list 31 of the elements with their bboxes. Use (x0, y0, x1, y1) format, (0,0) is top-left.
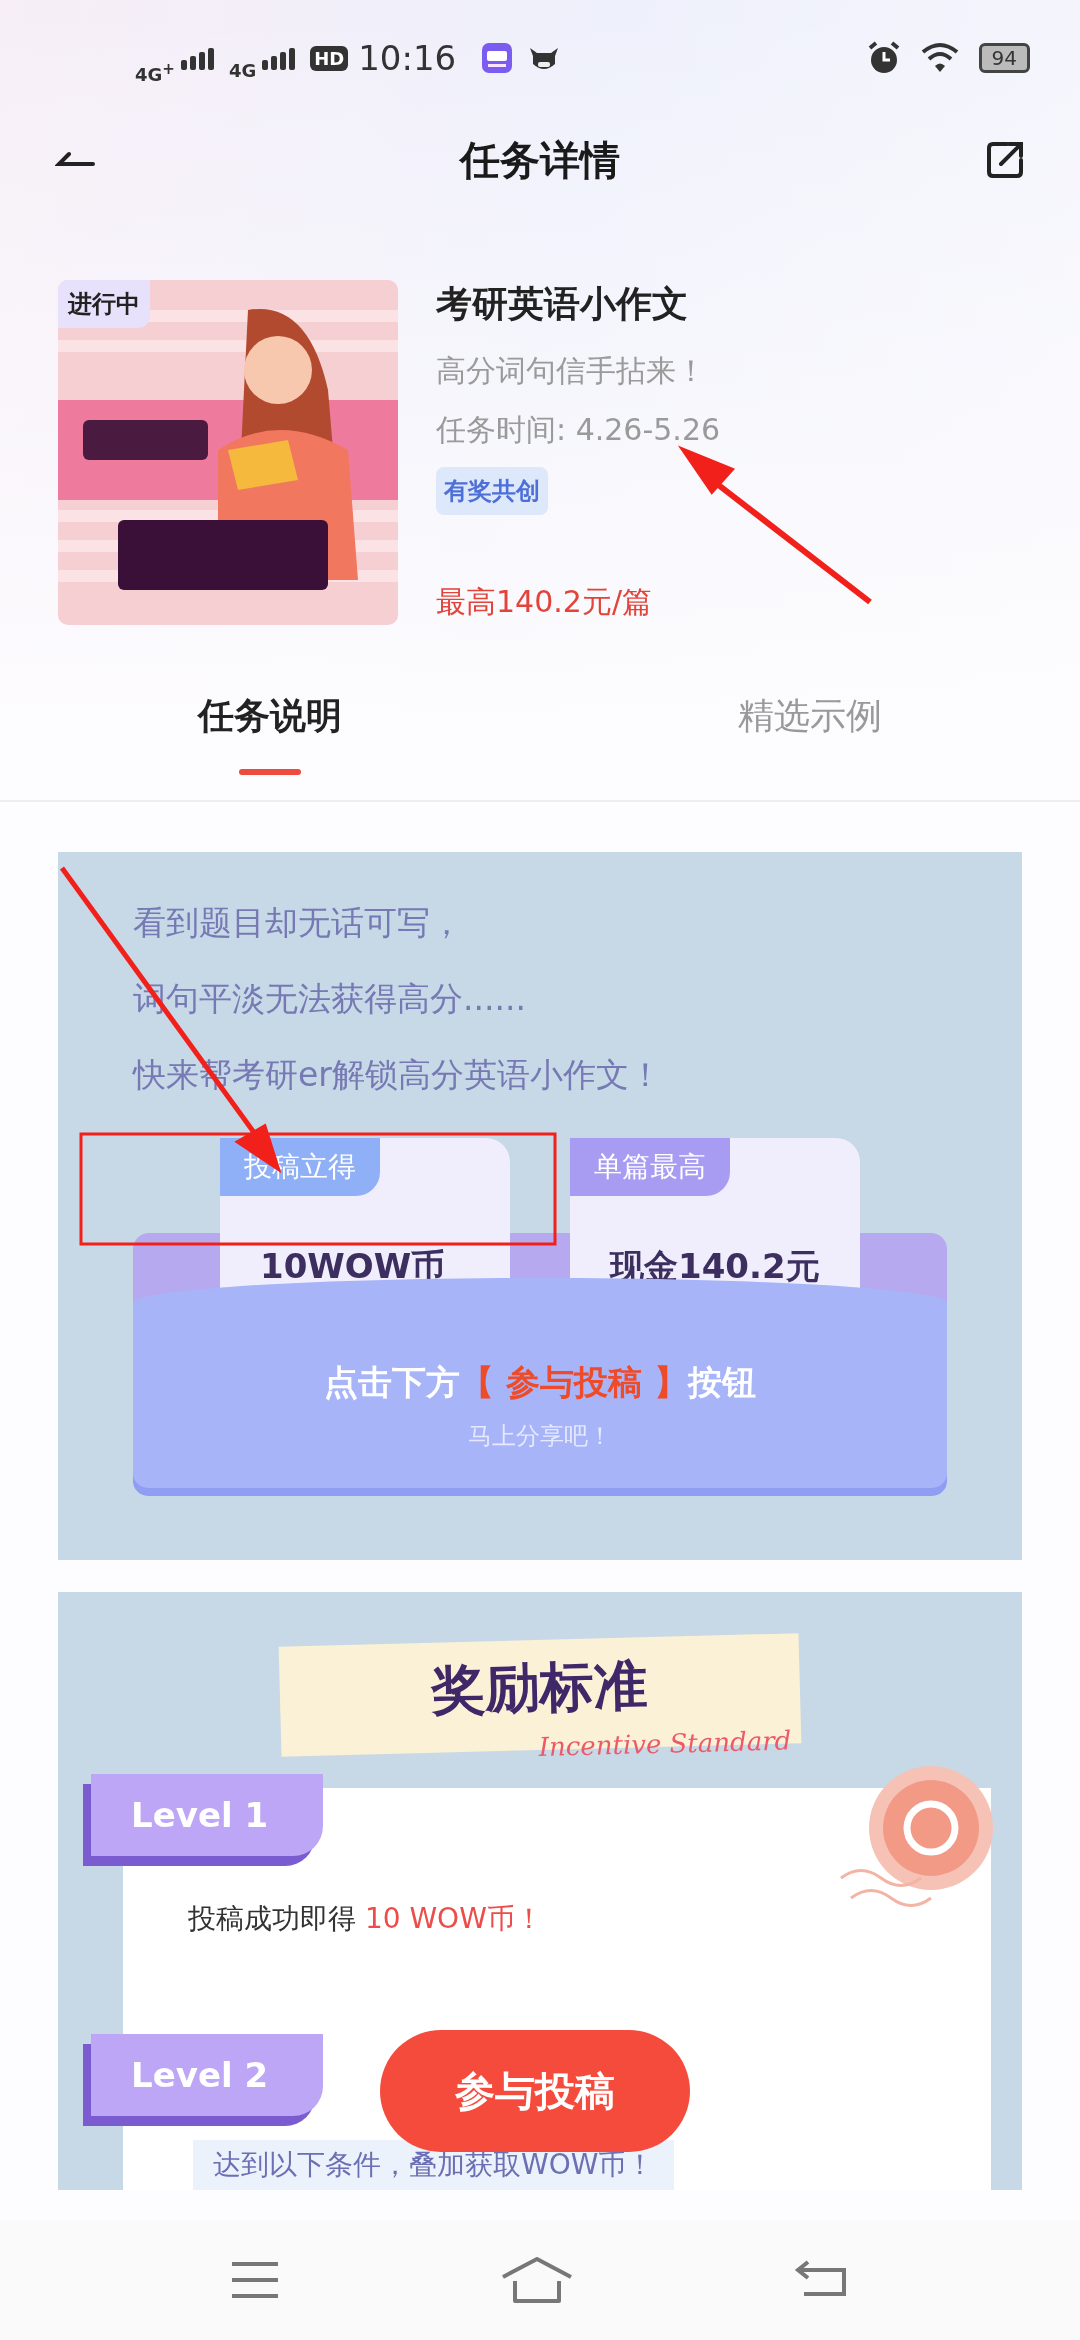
menu-icon[interactable] (230, 2260, 281, 2300)
level-text: 投稿成功即得 10 WOW币！ (188, 1901, 544, 1937)
share-icon[interactable] (985, 140, 1025, 180)
tab[interactable]: 精选示例 (738, 692, 882, 741)
tab[interactable]: 任务说明 (198, 692, 342, 741)
card-value: 10WOW币 (259, 1245, 447, 1288)
intro-text: 看到题目却无话可写， (133, 902, 464, 944)
task-time: 任务时间: 4.26-5.26 (436, 411, 721, 449)
alarm-icon (866, 41, 901, 75)
section-title: 奖励标准 (430, 1651, 649, 1724)
signal-icon (180, 46, 217, 70)
instruction-subtext: 马上分享吧！ (468, 1421, 612, 1452)
page-title: 任务详情 (460, 135, 620, 185)
app-icon (482, 43, 513, 73)
section-subtitle: Incentive Standard (538, 1725, 792, 1763)
task-subtitle: 高分词句信手拈来！ (436, 352, 706, 390)
clock-time: 10:16 (358, 38, 457, 78)
hd-badge: HD (310, 45, 349, 71)
network-label: 4G (228, 59, 257, 81)
instruction-text: 点击下方【 参与投稿 】按钮 (324, 1361, 756, 1404)
submit-button[interactable]: 参与投稿 (380, 2030, 690, 2152)
status-badge: 进行中 (58, 280, 150, 328)
tab-indicator (239, 769, 301, 775)
wifi-icon (920, 42, 959, 74)
network-label: 4G$^{+}$ (135, 59, 175, 85)
reward-tag: 有奖共创 (436, 467, 548, 515)
card-label: 单篇最高 (570, 1138, 730, 1196)
battery-icon: 94 (978, 43, 1030, 73)
reward-amount: 最高140.2元/篇 (436, 583, 652, 621)
task-title: 考研英语小作文 (436, 282, 688, 326)
home-icon[interactable] (501, 2257, 573, 2303)
